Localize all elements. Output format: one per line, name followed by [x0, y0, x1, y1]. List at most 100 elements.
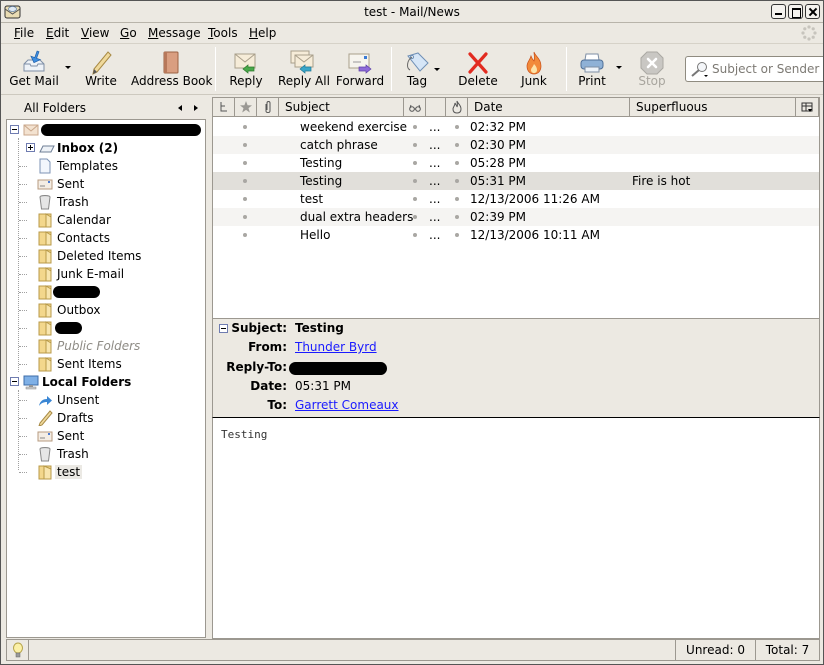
- folder-drafts[interactable]: Drafts: [7, 409, 205, 427]
- folder-local-folders[interactable]: Local Folders: [7, 373, 205, 391]
- menu-view[interactable]: View: [81, 26, 109, 40]
- junk-toggle-dot[interactable]: [455, 215, 459, 219]
- column-starred[interactable]: [235, 98, 257, 117]
- folder-deleted-items[interactable]: Deleted Items: [7, 247, 205, 265]
- column-junk[interactable]: [446, 98, 468, 117]
- search-magnifier-icon[interactable]: [690, 61, 710, 79]
- message-body-pane[interactable]: Testing: [212, 418, 820, 639]
- junk-toggle-dot[interactable]: [455, 161, 459, 165]
- message-sender: ...: [429, 192, 441, 206]
- junk-button[interactable]: Junk: [514, 44, 554, 94]
- read-toggle-dot[interactable]: [413, 197, 417, 201]
- star-toggle-dot[interactable]: [243, 215, 247, 219]
- message-row[interactable]: catch phrase... 02:30 PM: [213, 136, 819, 154]
- folder-redacted[interactable]: [7, 283, 205, 301]
- junk-toggle-dot[interactable]: [455, 197, 459, 201]
- message-row[interactable]: Hello... 12/13/2006 10:11 AM: [213, 226, 819, 244]
- junk-toggle-dot[interactable]: [455, 125, 459, 129]
- tag-dropdown-arrow[interactable]: [434, 68, 440, 71]
- read-toggle-dot[interactable]: [413, 215, 417, 219]
- message-row[interactable]: Testing... 05:31 PM Fire is hot: [213, 172, 819, 190]
- column-picker[interactable]: [796, 98, 819, 117]
- forward-label: Forward: [335, 74, 385, 88]
- folder-public-folders[interactable]: Public Folders: [7, 337, 205, 355]
- folder-outbox[interactable]: Outbox: [7, 301, 205, 319]
- star-toggle-dot[interactable]: [243, 143, 247, 147]
- folder-account[interactable]: [7, 121, 205, 139]
- folder-sent[interactable]: Sent: [7, 175, 205, 193]
- address-book-button[interactable]: Address Book: [131, 44, 212, 94]
- quick-search-box[interactable]: [685, 56, 823, 82]
- header-to-link[interactable]: Garrett Comeaux: [295, 398, 399, 412]
- column-date[interactable]: Date: [468, 98, 630, 117]
- read-toggle-dot[interactable]: [413, 179, 417, 183]
- tree-line: [19, 310, 27, 311]
- forward-button[interactable]: Forward: [335, 44, 385, 94]
- read-toggle-dot[interactable]: [413, 161, 417, 165]
- folder-junk-email[interactable]: Junk E-mail: [7, 265, 205, 283]
- menu-message[interactable]: Message: [148, 26, 201, 40]
- menu-edit[interactable]: Edit: [46, 26, 69, 40]
- star-toggle-dot[interactable]: [243, 197, 247, 201]
- print-button[interactable]: Print: [575, 44, 609, 94]
- column-thread[interactable]: [213, 98, 235, 117]
- message-row[interactable]: dual extra headers... 02:39 PM: [213, 208, 819, 226]
- reply-button[interactable]: Reply: [226, 44, 266, 94]
- junk-toggle-dot[interactable]: [455, 233, 459, 237]
- folder-unsent[interactable]: Unsent: [7, 391, 205, 409]
- read-toggle-dot[interactable]: [413, 125, 417, 129]
- star-toggle-dot[interactable]: [243, 161, 247, 165]
- trash-icon: [39, 447, 51, 462]
- mail-window: test - Mail/News File Edit View Go Messa…: [0, 0, 824, 665]
- junk-toggle-dot[interactable]: [455, 143, 459, 147]
- expand-toggle-icon[interactable]: [26, 143, 35, 152]
- header-from-link[interactable]: Thunder Byrd: [295, 340, 377, 354]
- stop-button[interactable]: Stop: [635, 44, 669, 94]
- star-toggle-dot[interactable]: [243, 233, 247, 237]
- read-toggle-dot[interactable]: [413, 143, 417, 147]
- folder-local-sent[interactable]: Sent: [7, 427, 205, 445]
- get-mail-icon: [23, 50, 45, 72]
- reply-all-button[interactable]: Reply All: [278, 44, 330, 94]
- folder-redacted[interactable]: [7, 319, 205, 337]
- get-mail-button[interactable]: Get Mail: [7, 44, 61, 94]
- folder-trash[interactable]: Trash: [7, 193, 205, 211]
- tag-button[interactable]: Tag: [401, 44, 433, 94]
- next-folder-view-arrow-icon[interactable]: [194, 105, 198, 111]
- junk-toggle-dot[interactable]: [455, 179, 459, 183]
- message-row[interactable]: weekend exercise... 02:32 PM: [213, 118, 819, 136]
- message-row[interactable]: Testing... 05:28 PM: [213, 154, 819, 172]
- column-sender[interactable]: [426, 98, 446, 117]
- activity-throbber-icon: [801, 25, 817, 41]
- prev-folder-view-arrow-icon[interactable]: [178, 105, 182, 111]
- collapse-toggle-icon[interactable]: [10, 377, 19, 386]
- read-toggle-dot[interactable]: [413, 233, 417, 237]
- menu-tools[interactable]: Tools: [208, 26, 238, 40]
- column-attachment[interactable]: [257, 98, 279, 117]
- column-subject[interactable]: Subject: [279, 98, 404, 117]
- folder-local-trash[interactable]: Trash: [7, 445, 205, 463]
- folder-contacts[interactable]: Contacts: [7, 229, 205, 247]
- delete-button[interactable]: Delete: [456, 44, 500, 94]
- close-button[interactable]: [805, 4, 820, 19]
- column-read[interactable]: [404, 98, 426, 117]
- star-toggle-dot[interactable]: [243, 179, 247, 183]
- menu-help[interactable]: Help: [249, 26, 276, 40]
- folder-test[interactable]: test: [7, 463, 205, 481]
- collapse-toggle-icon[interactable]: [10, 125, 19, 134]
- folder-templates[interactable]: Templates: [7, 157, 205, 175]
- star-toggle-dot[interactable]: [243, 125, 247, 129]
- message-row[interactable]: test... 12/13/2006 11:26 AM: [213, 190, 819, 208]
- folder-sent-items[interactable]: Sent Items: [7, 355, 205, 373]
- print-dropdown-arrow[interactable]: [616, 66, 622, 69]
- write-button[interactable]: Write: [81, 44, 121, 94]
- get-mail-dropdown-arrow[interactable]: [65, 66, 71, 69]
- column-superfluous[interactable]: Superfluous: [630, 98, 796, 117]
- maximize-button[interactable]: [788, 4, 803, 19]
- search-input[interactable]: [712, 60, 822, 78]
- minimize-button[interactable]: [771, 4, 786, 19]
- folder-inbox[interactable]: Inbox (2): [7, 139, 205, 157]
- menu-go[interactable]: Go: [120, 26, 137, 40]
- menu-file[interactable]: File: [14, 26, 34, 40]
- folder-calendar[interactable]: Calendar: [7, 211, 205, 229]
